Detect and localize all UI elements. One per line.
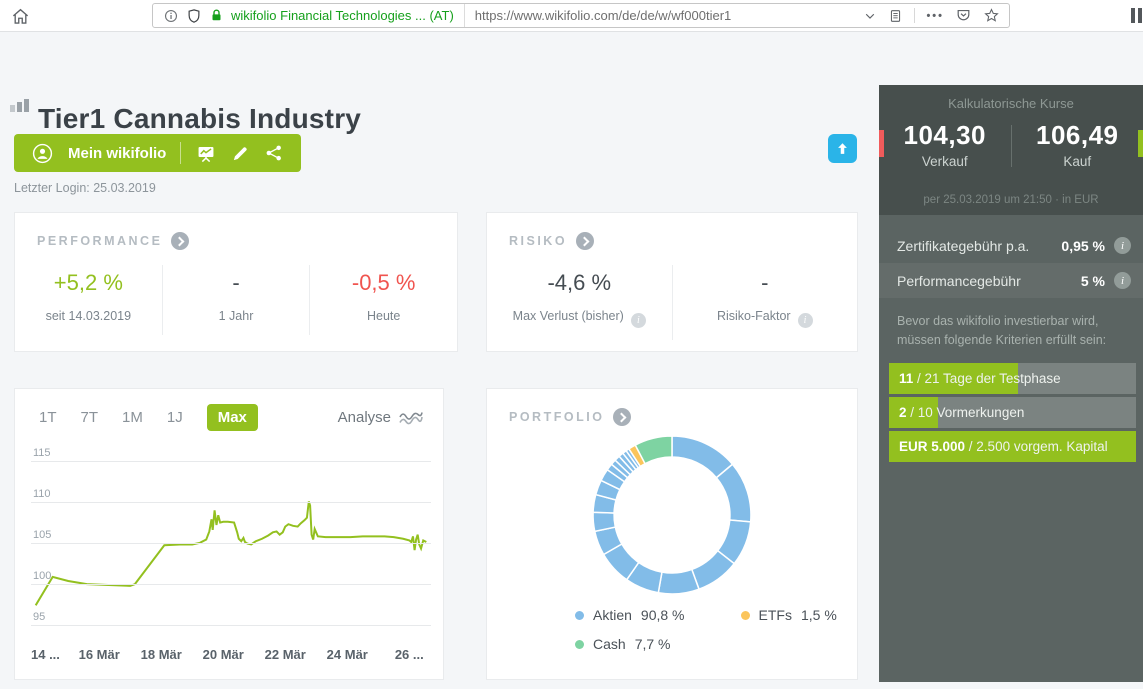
vormerkungen-progress-bar: 2 / 10 Vormerkungen	[889, 397, 1136, 428]
kapital-progress-bar: EUR 5.000 / 2.500 vorgem. Kapital	[889, 431, 1136, 462]
certificate-fee-row: Zertifikategebühr p.a. 0,95 % i	[879, 228, 1143, 263]
legend-item-etfs: ETFs 1,5 %	[741, 607, 837, 623]
wikifolio-chart-icon	[10, 99, 29, 112]
portfolio-legend: Aktien 90,8 % ETFs 1,5 % Cash 7,7 %	[575, 607, 857, 665]
analyse-waves-icon	[399, 409, 423, 426]
button-divider	[180, 142, 181, 164]
price-timestamp: per 25.03.2019 um 21:50 · in EUR	[879, 194, 1143, 206]
x-axis-label: 24 Mär	[327, 647, 368, 662]
performance-heading: PERFORMANCE	[37, 234, 162, 248]
portfolio-link-chevron-icon[interactable]	[613, 408, 631, 426]
performance-stat-1-year: - 1 Jahr	[162, 265, 310, 335]
reader-mode-icon[interactable]	[888, 8, 903, 24]
home-button[interactable]	[8, 4, 32, 28]
user-avatar-icon	[31, 142, 54, 165]
my-wikifolio-button[interactable]: Mein wikifolio	[14, 134, 301, 172]
period-button-1m[interactable]: 1M	[122, 409, 143, 426]
share-icon[interactable]	[264, 143, 284, 163]
y-axis-label: 110	[33, 488, 51, 500]
y-axis-label: 100	[33, 570, 51, 582]
donut-segment[interactable]	[716, 464, 751, 522]
calculated-prices-section: Kalkulatorische Kurse 104,30 Verkauf 106…	[879, 85, 1143, 215]
page-info-icon[interactable]	[163, 8, 179, 24]
info-icon[interactable]: i	[798, 313, 813, 328]
clipped-toolbar-icon[interactable]	[1131, 8, 1142, 23]
criteria-intro-text: Bevor das wikifolio investierbar wird, m…	[897, 312, 1125, 351]
browser-toolbar: wikifolio Financial Technologies ... (AT…	[0, 0, 1143, 32]
invest-sidebar: Kalkulatorische Kurse 104,30 Verkauf 106…	[879, 85, 1143, 682]
url-text[interactable]: https://www.wikifolio.com/de/de/w/wf000t…	[465, 8, 732, 23]
x-axis-label: 16 Mär	[79, 647, 120, 662]
arrow-up-icon	[835, 141, 850, 156]
calculated-prices-heading: Kalkulatorische Kurse	[879, 85, 1143, 111]
tracking-protection-shield-icon[interactable]	[186, 8, 202, 24]
x-axis-label: 22 Mär	[265, 647, 306, 662]
risk-stat-max-loss: -4,6 % Max Verlust (bisher)i	[487, 265, 672, 340]
risk-link-chevron-icon[interactable]	[576, 232, 594, 250]
performance-fee-row: Performancegebühr 5 % i	[879, 263, 1143, 298]
gridline	[31, 625, 431, 626]
performance-stat-since-start: +5,2 % seit 14.03.2019	[15, 265, 162, 335]
portfolio-panel: PORTFOLIO Aktien 90,8 % ETFs 1,5 % Cash …	[486, 388, 858, 680]
testphase-progress-bar: 11 / 21 Tage der Testphase	[889, 363, 1136, 394]
performance-link-chevron-icon[interactable]	[171, 232, 189, 250]
pocket-icon[interactable]	[955, 7, 972, 24]
period-button-7t[interactable]: 7T	[81, 409, 99, 426]
info-icon[interactable]: i	[631, 313, 646, 328]
gridline	[31, 502, 431, 503]
performance-line	[36, 501, 427, 605]
buy-price: 106,49 Kauf	[1012, 120, 1143, 169]
period-button-1j[interactable]: 1J	[167, 409, 183, 426]
gridline	[31, 584, 431, 585]
gridline	[31, 543, 431, 544]
page-actions-menu-icon[interactable]: •••	[926, 10, 944, 22]
analyse-button[interactable]: Analyse	[338, 409, 423, 426]
scroll-top-button[interactable]	[828, 134, 857, 163]
page-actions-divider	[914, 8, 915, 23]
period-button-max[interactable]: Max	[207, 404, 258, 431]
sell-marker	[879, 130, 884, 157]
sell-price: 104,30 Verkauf	[879, 120, 1011, 169]
info-icon[interactable]: i	[1114, 272, 1131, 289]
site-security-zone[interactable]: wikifolio Financial Technologies ... (AT…	[153, 4, 464, 27]
edit-pencil-icon[interactable]	[231, 144, 250, 163]
my-wikifolio-label: Mein wikifolio	[68, 145, 166, 162]
performance-stat-today: -0,5 % Heute	[309, 265, 457, 335]
buy-marker	[1138, 130, 1143, 157]
risk-heading: RISIKO	[509, 234, 567, 248]
info-icon[interactable]: i	[1114, 237, 1131, 254]
x-axis-label: 18 Mär	[141, 647, 182, 662]
period-button-1t[interactable]: 1T	[39, 409, 57, 426]
x-axis-label: 20 Mär	[203, 647, 244, 662]
legend-item-aktien: Aktien 90,8 %	[575, 607, 685, 623]
y-axis-label: 115	[33, 447, 51, 459]
home-icon	[11, 7, 30, 26]
gridline	[31, 461, 431, 462]
certificate-owner-label[interactable]: wikifolio Financial Technologies ... (AT…	[231, 8, 454, 23]
legend-dot-cash	[575, 640, 584, 649]
bookmark-star-icon[interactable]	[983, 7, 1000, 24]
risk-stat-risk-factor: - Risiko-Faktori	[672, 265, 858, 340]
legend-dot-etfs	[741, 611, 750, 620]
x-axis-label: 14 ...	[31, 647, 60, 662]
line-chart-plot[interactable]: 11511010510095	[31, 453, 431, 633]
secure-lock-icon	[209, 8, 224, 23]
trade-board-icon[interactable]	[195, 143, 217, 164]
portfolio-heading: PORTFOLIO	[509, 410, 604, 424]
y-axis-label: 105	[33, 529, 51, 541]
risk-panel: RISIKO -4,6 % Max Verlust (bisher)i - Ri…	[486, 212, 858, 352]
x-axis-label: 26 ...	[395, 647, 424, 662]
x-axis-labels: 14 ... 16 Mär 18 Mär 20 Mär 22 Mär 24 Mär 26 .…	[31, 647, 431, 665]
urlbar-dropdown-icon[interactable]	[863, 9, 877, 23]
legend-dot-aktien	[575, 611, 584, 620]
donut-segment[interactable]	[658, 569, 699, 593]
address-bar[interactable]: wikifolio Financial Technologies ... (AT…	[152, 3, 1010, 28]
portfolio-donut-chart[interactable]	[588, 431, 756, 599]
y-axis-label: 95	[33, 611, 45, 623]
performance-panel: PERFORMANCE +5,2 % seit 14.03.2019 - 1 J…	[14, 212, 458, 352]
price-chart-panel: 1T 7T 1M 1J Max Analyse 115 110 105 100 95 1…	[14, 388, 444, 680]
page-title: Tier1 Cannabis Industry	[38, 103, 361, 135]
legend-item-cash: Cash 7,7 %	[575, 636, 671, 652]
last-login-text: Letzter Login: 25.03.2019	[14, 181, 156, 195]
